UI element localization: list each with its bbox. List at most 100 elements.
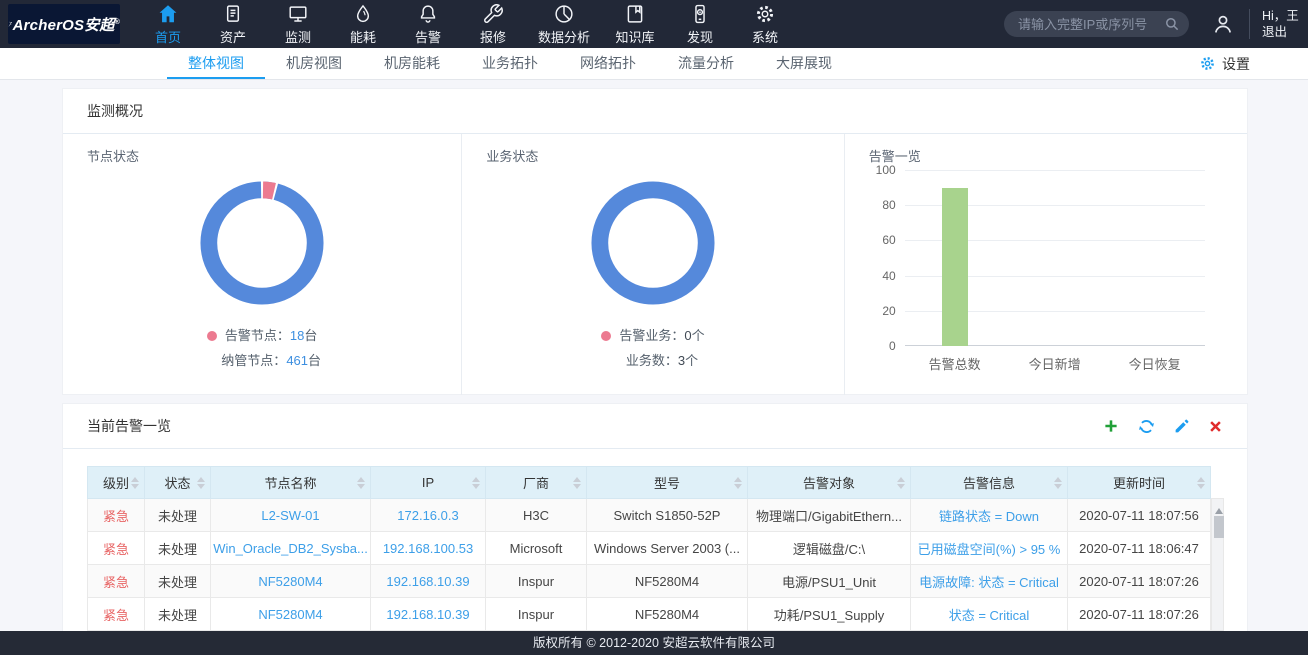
search-icon[interactable] bbox=[1163, 15, 1181, 33]
col-update-time[interactable]: 更新时间 bbox=[1068, 467, 1211, 499]
bar-new-today bbox=[1005, 170, 1105, 346]
view-tabbar: 整体视图 机房视图 机房能耗 业务拓扑 网络拓扑 流量分析 大屏展现 设置 bbox=[0, 48, 1308, 80]
monitoring-overview-card: 监测概况 节点状态 告警节点：18台 bbox=[62, 88, 1248, 395]
user-icon[interactable] bbox=[1211, 12, 1235, 36]
nav-item-alarm[interactable]: 告警 bbox=[408, 3, 448, 46]
nav-item-home[interactable]: 首页 bbox=[148, 3, 188, 46]
droplet-icon bbox=[352, 3, 374, 25]
nav-item-energy[interactable]: 能耗 bbox=[343, 3, 383, 46]
business-status-chart: 业务状态 告警业务：0个 业务数：3个 bbox=[462, 134, 844, 395]
document-icon bbox=[222, 3, 244, 25]
alarm-bar-plot: 100 80 60 40 20 0 bbox=[905, 170, 1205, 346]
pencil-icon bbox=[1173, 417, 1191, 435]
tab-business-topology[interactable]: 业务拓扑 bbox=[461, 48, 559, 79]
alerts-table: 级别 状态 节点名称 IP 厂商 型号 告警对象 告警信息 更新时间 紧急 未处 bbox=[87, 466, 1211, 631]
search-input[interactable] bbox=[1004, 11, 1189, 37]
legend-alarm-nodes: 告警节点：18台 bbox=[207, 323, 318, 348]
navbar-right: Hi，王 退出 bbox=[1004, 8, 1308, 40]
legend-managed-nodes: 纳管节点：461台 bbox=[203, 348, 321, 373]
business-status-donut bbox=[462, 179, 843, 307]
divider bbox=[1249, 9, 1250, 39]
scrollbar-thumb[interactable] bbox=[1214, 516, 1224, 538]
node-link[interactable]: L2-SW-01 bbox=[211, 499, 371, 532]
node-status-donut bbox=[63, 179, 461, 307]
col-model[interactable]: 型号 bbox=[587, 467, 748, 499]
tab-room-view[interactable]: 机房视图 bbox=[265, 48, 363, 79]
alarm-chart-title: 告警一览 bbox=[845, 146, 1247, 165]
col-vendor[interactable]: 厂商 bbox=[486, 467, 587, 499]
main-menu: 首页 资产 监测 能耗 告警 报修 数据分析 知识库 bbox=[148, 3, 785, 46]
plus-icon bbox=[1102, 417, 1120, 435]
bar-total-alarms bbox=[905, 170, 1005, 346]
refresh-icon bbox=[1137, 417, 1156, 436]
ip-link[interactable]: 192.168.10.39 bbox=[371, 565, 486, 598]
tab-overall-view[interactable]: 整体视图 bbox=[167, 48, 265, 79]
node-status-chart: 节点状态 告警节点：18台 纳管 bbox=[63, 134, 462, 395]
table-row[interactable]: 紧急 未处理 NF5280M4 192.168.10.39 Inspur NF5… bbox=[88, 565, 1211, 598]
table-scrollbar[interactable] bbox=[1211, 498, 1224, 631]
alarm-message-link[interactable]: 状态 = Critical bbox=[911, 598, 1068, 631]
scrollbar-up-arrow[interactable] bbox=[1215, 504, 1223, 514]
nav-item-knowledge[interactable]: 知识库 bbox=[615, 3, 655, 46]
col-node-name[interactable]: 节点名称 bbox=[211, 467, 371, 499]
book-icon bbox=[624, 3, 646, 25]
app-logo[interactable]: ArcherOS安超® bbox=[8, 4, 120, 44]
tab-room-energy[interactable]: 机房能耗 bbox=[363, 48, 461, 79]
nav-item-discovery[interactable]: 发现 bbox=[680, 3, 720, 46]
user-area: Hi，王 退出 bbox=[1262, 8, 1308, 40]
col-status[interactable]: 状态 bbox=[145, 467, 211, 499]
ip-link[interactable]: 192.168.10.39 bbox=[371, 598, 486, 631]
node-link[interactable]: NF5280M4 bbox=[211, 565, 371, 598]
alarm-message-link[interactable]: 已用磁盘空间(%) > 95 % bbox=[911, 532, 1068, 565]
settings-button[interactable]: 设置 bbox=[1199, 48, 1250, 79]
ip-link[interactable]: 172.16.0.3 bbox=[371, 499, 486, 532]
table-row[interactable]: 紧急 未处理 NF5280M4 192.168.10.39 Inspur NF5… bbox=[88, 598, 1211, 631]
edit-button[interactable] bbox=[1173, 417, 1191, 435]
tab-network-topology[interactable]: 网络拓扑 bbox=[559, 48, 657, 79]
business-status-title: 业务状态 bbox=[462, 146, 843, 165]
monitor-icon bbox=[287, 3, 309, 25]
overview-card-header: 监测概况 bbox=[63, 89, 1247, 134]
settings-gear-icon bbox=[1199, 55, 1216, 72]
logout-link[interactable]: 退出 bbox=[1262, 24, 1308, 40]
table-row[interactable]: 紧急 未处理 Win_Oracle_DB2_Sysba... 192.168.1… bbox=[88, 532, 1211, 565]
col-level[interactable]: 级别 bbox=[88, 467, 145, 499]
alarm-chart-xlabels: 告警总数 今日新增 今日恢复 bbox=[905, 354, 1205, 373]
alarm-message-link[interactable]: 电源故障: 状态 = Critical bbox=[911, 565, 1068, 598]
table-row[interactable]: 紧急 未处理 L2-SW-01 172.16.0.3 H3C Switch S1… bbox=[88, 499, 1211, 532]
col-ip[interactable]: IP bbox=[371, 467, 486, 499]
refresh-button[interactable] bbox=[1137, 417, 1156, 436]
legend-alarm-business: 告警业务：0个 bbox=[601, 323, 704, 348]
wrench-icon bbox=[482, 3, 504, 25]
phone-scan-icon bbox=[689, 3, 711, 25]
legend-dot bbox=[207, 331, 217, 341]
add-button[interactable] bbox=[1102, 417, 1120, 435]
alerts-table-zone: 级别 状态 节点名称 IP 厂商 型号 告警对象 告警信息 更新时间 紧急 未处 bbox=[87, 466, 1224, 631]
close-icon bbox=[1208, 419, 1223, 434]
delete-button[interactable] bbox=[1208, 419, 1223, 434]
business-status-legend: 告警业务：0个 业务数：3个 bbox=[462, 323, 843, 373]
nav-item-repair[interactable]: 报修 bbox=[473, 3, 513, 46]
col-alarm-object[interactable]: 告警对象 bbox=[748, 467, 911, 499]
bar-recovered-today bbox=[1105, 170, 1205, 346]
nav-item-monitoring[interactable]: 监测 bbox=[278, 3, 318, 46]
nav-item-analytics[interactable]: 数据分析 bbox=[538, 3, 590, 46]
alarm-message-link[interactable]: 链路状态 = Down bbox=[911, 499, 1068, 532]
copyright-footer: 版权所有 © 2012-2020 安超云软件有限公司 bbox=[0, 631, 1308, 655]
tab-big-screen[interactable]: 大屏展现 bbox=[755, 48, 853, 79]
node-link[interactable]: Win_Oracle_DB2_Sysba... bbox=[211, 532, 371, 565]
node-link[interactable]: NF5280M4 bbox=[211, 598, 371, 631]
current-alerts-card: 当前告警一览 bbox=[62, 403, 1248, 655]
gear-icon bbox=[754, 3, 776, 25]
alarm-overview-chart: 告警一览 100 80 60 40 20 0 bbox=[845, 134, 1247, 395]
global-search bbox=[1004, 11, 1189, 37]
ip-link[interactable]: 192.168.100.53 bbox=[371, 532, 486, 565]
tab-traffic-analysis[interactable]: 流量分析 bbox=[657, 48, 755, 79]
home-icon bbox=[157, 3, 179, 25]
user-greeting: Hi，王 bbox=[1262, 8, 1308, 24]
nav-item-system[interactable]: 系统 bbox=[745, 3, 785, 46]
charts-row: 节点状态 告警节点：18台 纳管 bbox=[63, 134, 1247, 395]
nav-item-assets[interactable]: 资产 bbox=[213, 3, 253, 46]
col-alarm-message[interactable]: 告警信息 bbox=[911, 467, 1068, 499]
overview-title: 监测概况 bbox=[87, 101, 143, 121]
